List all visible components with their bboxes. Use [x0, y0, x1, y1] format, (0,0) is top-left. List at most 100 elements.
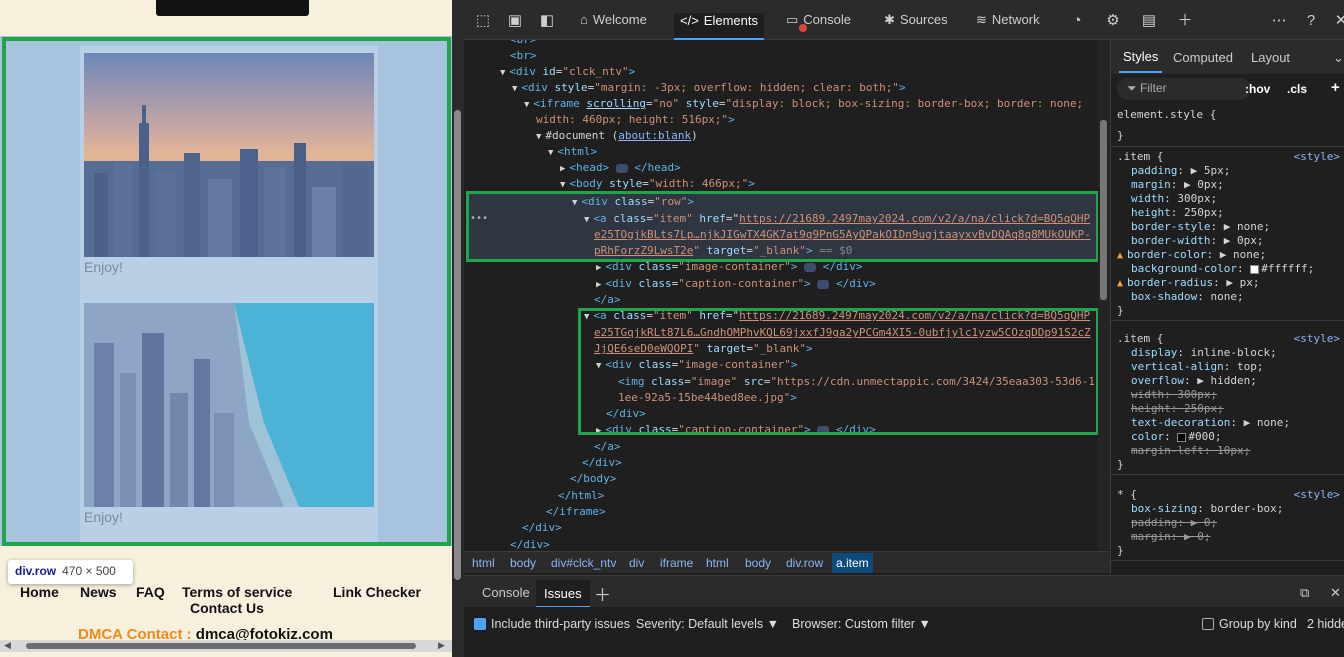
dom-node[interactable]: </a>: [594, 292, 621, 308]
tab-console[interactable]: ▭ Console: [786, 12, 851, 40]
scrollbar-thumb[interactable]: [1100, 120, 1107, 300]
dom-node[interactable]: </iframe>: [546, 504, 606, 520]
style-rule-selector[interactable]: * {: [1117, 488, 1137, 502]
style-source-link[interactable]: <style>: [1294, 332, 1340, 345]
css-declaration[interactable]: display: inline-block;: [1131, 346, 1277, 360]
add-tab-icon[interactable]: ＋: [1176, 12, 1194, 30]
css-declaration[interactable]: ▲ border-color: ▶ none;: [1117, 248, 1266, 262]
css-declaration[interactable]: margin-left: 10px;: [1131, 444, 1250, 458]
elements-scrollbar[interactable]: [1098, 40, 1110, 550]
breadcrumb-div[interactable]: div: [629, 556, 644, 570]
css-declaration[interactable]: box-shadow: none;: [1131, 290, 1244, 304]
dom-node[interactable]: ▼ <div style="margin: -3px; overflow: hid…: [512, 80, 906, 96]
footer-link-home[interactable]: Home: [20, 584, 59, 600]
style-rule-selector[interactable]: .item {: [1117, 150, 1163, 164]
style-source-link[interactable]: <style>: [1294, 150, 1340, 163]
tab-network[interactable]: ≋ Network: [976, 12, 1040, 40]
toggle-panel-icon[interactable]: ◧: [538, 12, 556, 30]
severity-dropdown[interactable]: Severity: Default levels ▼: [636, 617, 779, 631]
dom-node[interactable]: </a>: [594, 439, 621, 455]
css-declaration[interactable]: width: 300px;: [1131, 388, 1217, 402]
breadcrumb-html[interactable]: html: [472, 556, 495, 570]
dom-node[interactable]: ▶ <head> </head>: [560, 160, 681, 176]
footer-link-news[interactable]: News: [80, 584, 117, 600]
footer-link-checker[interactable]: Link Checker: [333, 584, 421, 600]
dom-node[interactable]: ▼ <html>: [548, 144, 597, 160]
close-icon[interactable]: ✕: [1332, 12, 1344, 30]
css-declaration[interactable]: padding: ▶ 5px;: [1131, 164, 1230, 178]
breadcrumb-body[interactable]: body: [510, 556, 536, 570]
scroll-right-icon[interactable]: ▶: [438, 641, 445, 651]
dock-icon[interactable]: ⧉: [1300, 585, 1309, 601]
dom-node[interactable]: </div>: [582, 455, 622, 471]
tab-layout[interactable]: Layout: [1251, 50, 1290, 65]
chevron-down-icon[interactable]: ⌄: [1333, 50, 1344, 66]
css-declaration[interactable]: background-color: #ffffff;: [1131, 262, 1314, 276]
gear-chip-icon[interactable]: ⚙: [1104, 12, 1122, 30]
include-third-party-checkbox[interactable]: Include third-party issues: [474, 617, 630, 631]
breadcrumb-iframe[interactable]: iframe: [660, 556, 693, 570]
tab-elements[interactable]: </> Elements: [674, 13, 764, 40]
scrollbar-thumb[interactable]: [454, 110, 461, 580]
css-declaration[interactable]: overflow: ▶ hidden;: [1131, 374, 1257, 388]
cls-toggle[interactable]: .cls: [1287, 82, 1307, 96]
footer-link-faq[interactable]: FAQ: [136, 584, 165, 600]
dom-node[interactable]: ▼ <div id="clck_ntv">: [500, 64, 635, 80]
dom-node[interactable]: <br>: [510, 48, 537, 64]
css-declaration[interactable]: margin: ▶ 0;: [1131, 530, 1211, 544]
close-icon[interactable]: ✕: [1330, 585, 1341, 601]
footer-link-contact[interactable]: Contact Us: [190, 600, 264, 616]
dom-node[interactable]: ▼ <iframe scrolling="no" style="display: …: [524, 96, 1083, 112]
style-rule-selector[interactable]: .item {: [1117, 332, 1163, 346]
css-declaration[interactable]: padding: ▶ 0;: [1131, 516, 1217, 530]
group-by-kind-checkbox[interactable]: Group by kind: [1202, 617, 1297, 631]
css-declaration[interactable]: width: 300px;: [1131, 192, 1217, 206]
footer-link-terms[interactable]: Terms of service: [182, 584, 292, 600]
tab-welcome[interactable]: ⌂ Welcome: [580, 12, 647, 40]
tab-styles[interactable]: Styles: [1119, 49, 1163, 73]
performance-icon[interactable]: ◔: [1068, 12, 1086, 30]
help-icon[interactable]: ?: [1302, 12, 1320, 30]
css-declaration[interactable]: margin: ▶ 0px;: [1131, 178, 1224, 192]
inspect-element-icon[interactable]: ⬚: [474, 12, 492, 30]
dom-node[interactable]: </div>: [522, 520, 562, 536]
dom-node[interactable]: </div>: [510, 537, 550, 550]
css-declaration[interactable]: ▲ border-radius: ▶ px;: [1117, 276, 1260, 290]
breadcrumb-a-item[interactable]: a.item: [832, 553, 873, 573]
css-declaration[interactable]: height: 250px;: [1131, 206, 1224, 220]
style-source-link[interactable]: <style>: [1294, 488, 1340, 501]
scroll-left-icon[interactable]: ◀: [4, 641, 11, 651]
add-rule-icon[interactable]: +: [1331, 79, 1340, 96]
dom-node[interactable]: <br>: [510, 40, 537, 48]
css-declaration[interactable]: border-style: ▶ none;: [1131, 220, 1270, 234]
browser-dropdown[interactable]: Browser: Custom filter ▼: [792, 617, 931, 631]
tab-computed[interactable]: Computed: [1173, 50, 1233, 65]
breadcrumb-html-2[interactable]: html: [706, 556, 729, 570]
css-declaration[interactable]: vertical-align: top;: [1131, 360, 1263, 374]
breadcrumb-div-row[interactable]: div.row: [786, 556, 823, 570]
element-style-rule[interactable]: element.style {: [1117, 108, 1216, 122]
styles-filter-input[interactable]: ⏷ Filter: [1117, 78, 1251, 100]
breadcrumb-body-2[interactable]: body: [745, 556, 771, 570]
hov-toggle[interactable]: :hov: [1245, 82, 1270, 96]
dom-node[interactable]: ▼ <body style="width: 466px;">: [560, 176, 755, 192]
more-options-icon[interactable]: ⋯: [1270, 12, 1288, 30]
dom-node[interactable]: ▼ #document (about:blank): [536, 128, 698, 144]
css-declaration[interactable]: color: #000;: [1131, 430, 1222, 444]
css-declaration[interactable]: box-sizing: border-box;: [1131, 502, 1283, 516]
breadcrumb-clck-ntv[interactable]: div#clck_ntv: [551, 556, 616, 570]
add-drawer-tab-icon[interactable]: ＋: [594, 581, 611, 606]
device-emulation-icon[interactable]: ▣: [506, 12, 524, 30]
css-declaration[interactable]: border-width: ▶ 0px;: [1131, 234, 1263, 248]
dom-node[interactable]: </html>: [558, 488, 604, 504]
scrollbar-thumb[interactable]: [26, 643, 416, 649]
page-horizontal-scrollbar[interactable]: ◀ ▶: [0, 640, 452, 652]
css-declaration[interactable]: text-decoration: ▶ none;: [1131, 416, 1290, 430]
css-declaration[interactable]: height: 250px;: [1131, 402, 1224, 416]
dom-node[interactable]: ▶ <div class="caption-container"> </div>: [596, 276, 876, 292]
dom-node[interactable]: </body>: [570, 471, 616, 487]
page-vertical-scrollbar[interactable]: [452, 0, 464, 657]
drawer-tab-issues[interactable]: Issues: [536, 580, 590, 608]
tab-sources[interactable]: ✱ Sources: [884, 12, 948, 40]
application-icon[interactable]: ▤: [1140, 12, 1158, 30]
